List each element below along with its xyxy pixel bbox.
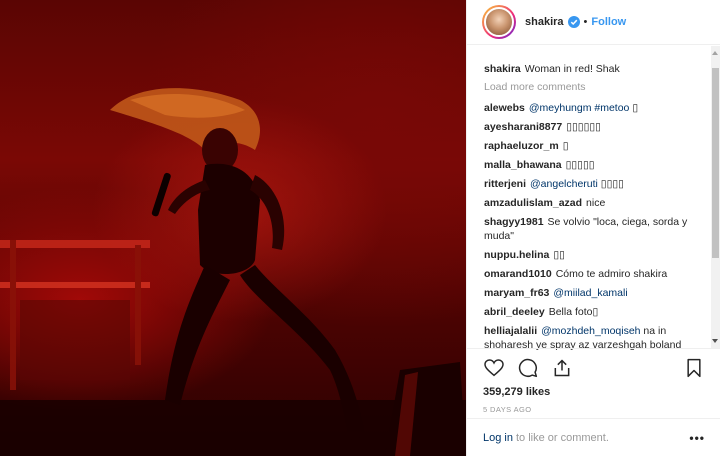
comments-scrollbar[interactable]: [711, 46, 720, 348]
comment-mention[interactable]: @meyhungm #metoo: [529, 102, 630, 114]
comment-username[interactable]: maryam_fr63: [484, 287, 549, 299]
comment-username[interactable]: helliajalalii: [484, 325, 537, 337]
avatar-story-ring[interactable]: [482, 5, 516, 39]
comment-username[interactable]: alewebs: [484, 102, 525, 114]
caption-username[interactable]: shakira: [484, 63, 521, 75]
heart-icon[interactable]: [483, 357, 505, 379]
share-icon[interactable]: [551, 357, 573, 379]
comment-row: malla_bhawana ▯▯▯▯▯: [484, 158, 705, 172]
stage-rig: [0, 240, 150, 248]
comment-row: shagyy1981 Se volvio "loca, ciega, sorda …: [484, 215, 705, 243]
stage-rig: [135, 245, 141, 365]
bookmark-icon[interactable]: [683, 357, 705, 379]
comment-text: ▯▯▯▯▯: [565, 159, 595, 171]
caption: shakira Woman in red! Shak: [484, 62, 705, 76]
comment-text: nice: [586, 197, 606, 209]
post-actions: 359,279 likes 5 DAYS AGO: [467, 348, 720, 418]
comment-username[interactable]: malla_bhawana: [484, 159, 562, 171]
comment-row: ritterjeni @angelcheruti ▯▯▯▯: [484, 177, 705, 191]
comment-username[interactable]: raphaeluzor_m: [484, 140, 559, 152]
comment-text: ▯▯▯▯: [597, 178, 624, 190]
comment-text: ▯: [562, 140, 569, 152]
stage-rig: [20, 300, 130, 380]
post-sidebar: shakira • Follow shakira Woman in red! Sh…: [466, 0, 720, 456]
comment-username[interactable]: amzadulislam_azad: [484, 197, 582, 209]
header-username[interactable]: shakira: [525, 16, 564, 28]
avatar[interactable]: [484, 7, 514, 37]
comment-username[interactable]: abril_deeley: [484, 306, 545, 318]
stage-rig: [10, 240, 16, 390]
load-more-comments-button[interactable]: Load more comments: [484, 81, 705, 93]
comment-row: nuppu.helina ▯▯: [484, 248, 705, 262]
scroll-thumb[interactable]: [712, 68, 719, 258]
post-photo[interactable]: [0, 0, 466, 456]
action-icons: [483, 351, 705, 385]
more-icon[interactable]: •••: [689, 431, 705, 445]
post-timestamp[interactable]: 5 DAYS AGO: [483, 405, 705, 414]
verified-icon: [567, 16, 580, 28]
scroll-down-arrow-icon[interactable]: [712, 339, 718, 343]
photo-scene: [0, 88, 466, 456]
comment-row: amzadulislam_azad nice: [484, 196, 705, 210]
post-header: shakira • Follow: [467, 0, 720, 45]
comment-mention[interactable]: @mozhdeh_moqiseh: [541, 325, 640, 337]
comment-username[interactable]: ritterjeni: [484, 178, 526, 190]
comment-mention[interactable]: @miilad_kamali: [553, 287, 627, 299]
login-link[interactable]: Log in: [483, 432, 513, 444]
comment-row: alewebs @meyhungm #metoo ▯: [484, 101, 705, 115]
comment-row: maryam_fr63 @miilad_kamali: [484, 286, 705, 300]
comments-list[interactable]: shakira Woman in red! Shak Load more comm…: [467, 46, 713, 352]
comment-row: raphaeluzor_m ▯: [484, 139, 705, 153]
header-separator: •: [583, 16, 588, 28]
comment-username[interactable]: ayesharani8877: [484, 121, 562, 133]
login-prompt-text: to like or comment.: [515, 431, 609, 444]
comment-text: ▯▯: [553, 249, 565, 261]
comment-row: abril_deeley Bella foto▯: [484, 305, 705, 319]
comment-text: ▯: [629, 102, 639, 114]
comment-mention[interactable]: @angelcheruti: [530, 178, 598, 190]
comment-icon[interactable]: [517, 357, 539, 379]
comment-username[interactable]: nuppu.helina: [484, 249, 549, 261]
follow-button[interactable]: Follow: [591, 16, 626, 28]
likes-count[interactable]: 359,279 likes: [483, 386, 705, 398]
scroll-up-arrow-icon[interactable]: [712, 51, 718, 55]
caption-text: Woman in red! Shak: [524, 63, 620, 75]
comment-text: Bella foto▯: [548, 306, 599, 318]
stage-rig: [0, 282, 150, 288]
performer: [110, 88, 365, 440]
comment-text: Cómo te admiro shakira: [555, 268, 668, 280]
comment-row: ayesharani8877 ▯▯▯▯▯▯: [484, 120, 705, 134]
comment-row: omarand1010 Cómo te admiro shakira: [484, 267, 705, 281]
comment-text: ▯▯▯▯▯▯: [566, 121, 601, 133]
comment-username[interactable]: omarand1010: [484, 268, 552, 280]
comment-username[interactable]: shagyy1981: [484, 216, 544, 228]
post-footer: Log in to like or comment. •••: [467, 418, 720, 456]
